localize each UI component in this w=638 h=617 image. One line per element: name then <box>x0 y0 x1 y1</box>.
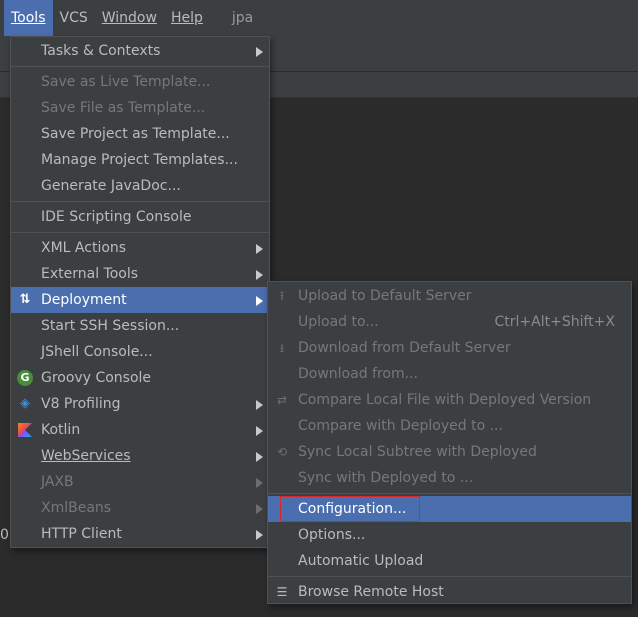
menu-item-save-file-as-template[interactable]: Save File as Template... <box>11 95 269 121</box>
menu-item-label: Automatic Upload <box>298 553 424 569</box>
menu-item-http-client[interactable]: HTTP Client <box>11 521 269 547</box>
menu-item-label: Browse Remote Host <box>298 584 444 600</box>
menu-item-v8-profiling[interactable]: ◈ V8 Profiling <box>11 391 269 417</box>
menu-item-label: Generate JavaDoc... <box>41 178 181 194</box>
shortcut-label: Ctrl+Alt+Shift+X <box>494 314 615 330</box>
menu-item-groovy-console[interactable]: G Groovy Console <box>11 365 269 391</box>
menu-item-label: Save as Live Template... <box>41 74 211 90</box>
v8-icon: ◈ <box>20 396 30 411</box>
compare-icon: ⇄ <box>276 393 288 407</box>
menu-item-start-ssh-session[interactable]: Start SSH Session... <box>11 313 269 339</box>
menu-item-label: Tasks & Contexts <box>41 43 161 59</box>
menu-separator <box>268 576 631 577</box>
submenu-arrow-icon <box>256 452 263 462</box>
menu-item-label: Upload to Default Server <box>298 288 472 304</box>
menu-item-label: Compare Local File with Deployed Version <box>298 392 592 408</box>
menu-item-label: V8 Profiling <box>41 396 121 412</box>
menu-item-sync-with-deployed-to[interactable]: Sync with Deployed to ... <box>268 465 631 491</box>
download-icon: ⭳ <box>279 341 285 355</box>
upload-icon: ⭱ <box>279 289 285 303</box>
deployment-submenu: ⭱ Upload to Default Server Upload to... … <box>267 281 632 604</box>
menu-item-jshell-console[interactable]: JShell Console... <box>11 339 269 365</box>
menu-item-compare-with-deployed-to[interactable]: Compare with Deployed to ... <box>268 413 631 439</box>
submenu-arrow-icon <box>256 47 263 57</box>
menu-item-label: Kotlin <box>41 422 81 438</box>
menu-item-label: Download from... <box>298 366 418 382</box>
submenu-arrow-icon <box>256 478 263 488</box>
menu-item-save-as-live-template[interactable]: Save as Live Template... <box>11 69 269 95</box>
submenu-arrow-icon <box>256 244 263 254</box>
menu-item-generate-javadoc[interactable]: Generate JavaDoc... <box>11 173 269 199</box>
menu-vcs[interactable]: VCS <box>53 0 95 36</box>
deployment-arrows-icon: ⇅ <box>19 292 31 307</box>
menu-item-automatic-upload[interactable]: Automatic Upload <box>268 548 631 574</box>
sync-icon: ⟲ <box>276 445 288 459</box>
menu-item-xmlbeans[interactable]: XmlBeans <box>11 495 269 521</box>
menu-item-external-tools[interactable]: External Tools <box>11 261 269 287</box>
menu-item-label: JAXB <box>41 474 74 490</box>
menu-item-upload-to[interactable]: Upload to... Ctrl+Alt+Shift+X <box>268 309 631 335</box>
menu-item-label: IDE Scripting Console <box>41 209 192 225</box>
menu-item-label: Download from Default Server <box>298 340 511 356</box>
menu-item-label: Deployment <box>41 292 127 308</box>
menu-item-label: Sync Local Subtree with Deployed <box>298 444 537 460</box>
menu-item-label: XML Actions <box>41 240 127 256</box>
menu-item-label: Groovy Console <box>41 370 152 386</box>
menu-item-download-from[interactable]: Download from... <box>268 361 631 387</box>
menu-item-label: Configuration... <box>298 501 407 517</box>
menu-item-ide-scripting-console[interactable]: IDE Scripting Console <box>11 204 269 230</box>
menu-item-label: HTTP Client <box>41 526 122 542</box>
menu-item-configuration[interactable]: Configuration... <box>268 496 631 522</box>
menu-item-label: Save File as Template... <box>41 100 206 116</box>
menu-item-tasks-contexts[interactable]: Tasks & Contexts <box>11 38 269 64</box>
menu-item-jaxb[interactable]: JAXB <box>11 469 269 495</box>
menu-item-kotlin[interactable]: Kotlin <box>11 417 269 443</box>
menu-item-label: Options... <box>298 527 366 543</box>
submenu-arrow-icon <box>256 270 263 280</box>
menu-item-label: Start SSH Session... <box>41 318 180 334</box>
submenu-arrow-icon <box>256 530 263 540</box>
menu-item-browse-remote-host[interactable]: ☰ Browse Remote Host <box>268 579 631 605</box>
menu-item-webservices[interactable]: WebServices <box>11 443 269 469</box>
menu-separator <box>11 232 269 233</box>
menu-item-label: Upload to... <box>298 314 379 330</box>
menu-item-compare-local-file[interactable]: ⇄ Compare Local File with Deployed Versi… <box>268 387 631 413</box>
submenu-arrow-icon <box>256 504 263 514</box>
submenu-arrow-icon <box>256 296 263 306</box>
menu-separator <box>11 66 269 67</box>
menu-item-options[interactable]: Options... <box>268 522 631 548</box>
menu-item-upload-to-default-server[interactable]: ⭱ Upload to Default Server <box>268 283 631 309</box>
menu-item-save-project-as-template[interactable]: Save Project as Template... <box>11 121 269 147</box>
menu-item-label: WebServices <box>41 448 131 464</box>
menu-window[interactable]: Window <box>95 0 164 36</box>
menu-separator <box>268 493 631 494</box>
project-name: jpa <box>231 10 254 26</box>
menu-help[interactable]: Help <box>164 0 210 36</box>
menu-item-label: Save Project as Template... <box>41 126 230 142</box>
menu-item-manage-project-templates[interactable]: Manage Project Templates... <box>11 147 269 173</box>
menu-item-label: Sync with Deployed to ... <box>298 470 474 486</box>
menu-item-deployment[interactable]: ⇅ Deployment <box>11 287 269 313</box>
browse-remote-host-icon: ☰ <box>276 585 288 599</box>
menu-item-label: XmlBeans <box>41 500 112 516</box>
kotlin-icon <box>18 423 32 437</box>
tools-menu: Tasks & Contexts Save as Live Template..… <box>10 36 270 548</box>
menu-separator <box>11 201 269 202</box>
menu-bar: Tools VCS Window Help jpa <box>0 0 638 36</box>
submenu-arrow-icon <box>256 400 263 410</box>
menu-item-label: Manage Project Templates... <box>41 152 238 168</box>
menu-item-xml-actions[interactable]: XML Actions <box>11 235 269 261</box>
editor-line-stub: 0 <box>0 527 9 543</box>
menu-item-label: Compare with Deployed to ... <box>298 418 503 434</box>
menu-item-label: JShell Console... <box>41 344 153 360</box>
menu-item-sync-local-subtree[interactable]: ⟲ Sync Local Subtree with Deployed <box>268 439 631 465</box>
groovy-icon: G <box>17 370 33 386</box>
submenu-arrow-icon <box>256 426 263 436</box>
menu-item-label: External Tools <box>41 266 139 282</box>
menu-tools[interactable]: Tools <box>4 0 53 36</box>
menu-item-download-from-default-server[interactable]: ⭳ Download from Default Server <box>268 335 631 361</box>
